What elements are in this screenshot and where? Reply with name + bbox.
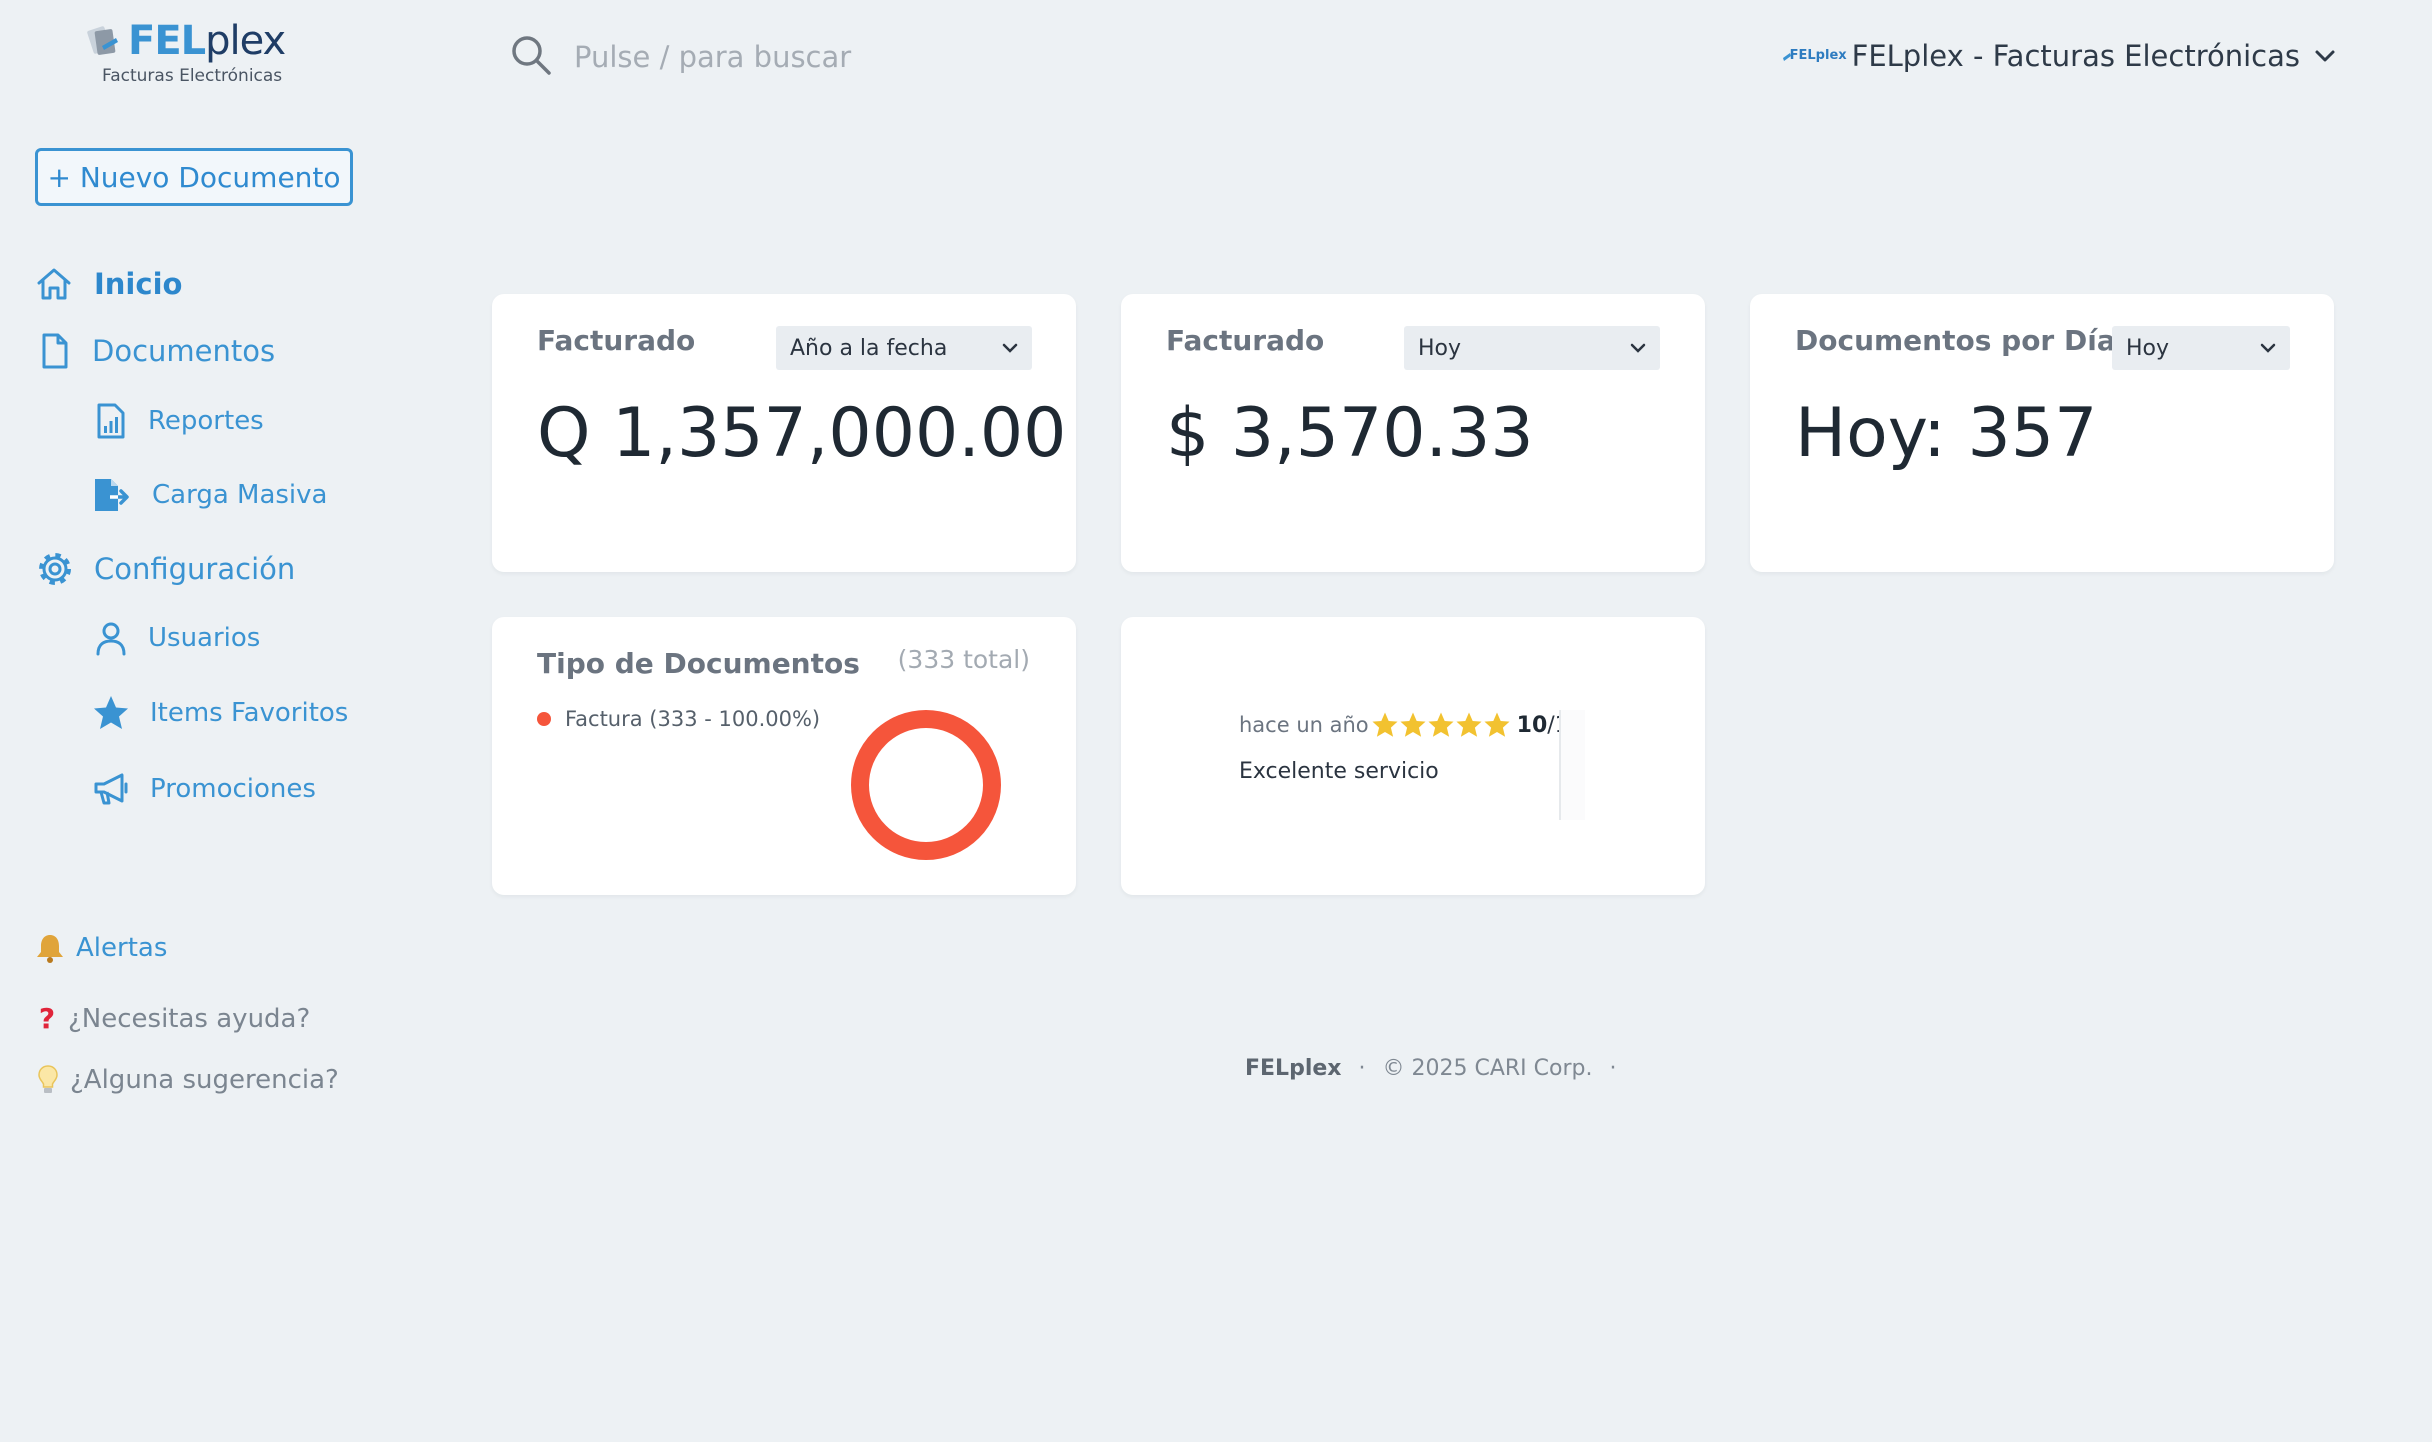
star-icon <box>94 696 128 729</box>
file-export-icon <box>95 479 129 511</box>
sidebar-item-label: Configuración <box>94 552 296 586</box>
footer-copyright: © 2025 CARI Corp. <box>1382 1056 1593 1081</box>
sidebar-item-usuarios[interactable]: Usuarios <box>94 620 260 656</box>
sidebar-item-configuracion[interactable]: Configuración <box>36 550 295 588</box>
review-stars <box>1371 711 1511 739</box>
sidebar-item-reportes[interactable]: Reportes <box>94 402 264 440</box>
home-icon <box>37 268 71 300</box>
star-rating-icon <box>1484 712 1510 737</box>
legend-swatch <box>537 712 551 726</box>
sidebar-item-label: Promociones <box>150 774 316 804</box>
sidebar-item-label: Documentos <box>92 334 276 368</box>
gear-icon <box>39 553 71 585</box>
period-select-value: Hoy <box>2126 335 2170 361</box>
card-facturado-anual: Facturado Año a la fecha Q 1,357,000.00 <box>492 294 1076 572</box>
report-icon <box>97 403 125 439</box>
period-select-value: Hoy <box>1418 335 1462 361</box>
review-time: hace un año <box>1239 713 1369 737</box>
question-icon: ? <box>38 1002 56 1035</box>
review-meta: hace un año 10/10 <box>1239 711 1583 739</box>
document-type-donut-chart[interactable] <box>846 705 1006 865</box>
alerts-label: Alertas <box>76 933 168 963</box>
star-rating-icon <box>1428 712 1454 737</box>
donut-slice-factura[interactable] <box>851 710 1001 860</box>
card-tipo-documentos: Tipo de Documentos (333 total) Factura (… <box>492 617 1076 895</box>
card-title: Facturado <box>537 324 696 357</box>
logo-document-icon <box>87 26 118 55</box>
legend-label: Factura (333 - 100.00%) <box>565 707 821 731</box>
search-icon[interactable] <box>510 34 552 76</box>
card-documentos-por-dia: Documentos por Día Hoy Hoy: 357 <box>1750 294 2334 572</box>
chevron-down-icon <box>1630 343 1646 353</box>
chevron-down-icon[interactable] <box>2314 49 2336 63</box>
search-bar <box>510 32 1210 82</box>
alerts-link[interactable]: Alertas <box>34 932 167 964</box>
card-title: Tipo de Documentos <box>537 647 860 680</box>
sidebar-item-label: Inicio <box>94 267 183 301</box>
card-title: Documentos por Día <box>1795 324 2116 357</box>
period-select-value: Año a la fecha <box>790 335 948 361</box>
user-icon <box>96 622 126 656</box>
sidebar-item-promociones[interactable]: Promociones <box>92 770 316 808</box>
sidebar-item-inicio[interactable]: Inicio <box>34 264 182 304</box>
period-select[interactable]: Hoy <box>2112 326 2290 370</box>
card-facturado-hoy: Facturado Hoy $ 3,570.33 <box>1121 294 1705 572</box>
sidebar-item-label: Items Favoritos <box>150 698 349 728</box>
review-text: Excelente servicio <box>1239 759 1439 784</box>
suggestion-link[interactable]: ¿Alguna sugerencia? <box>36 1064 339 1096</box>
star-rating-icon <box>1400 712 1426 737</box>
footer-separator: · <box>1609 1056 1617 1081</box>
megaphone-icon <box>94 773 128 805</box>
org-logo-text: FELplex <box>1789 48 1847 63</box>
help-link[interactable]: ? ¿Necesitas ayuda? <box>36 1002 310 1035</box>
card-value: $ 3,570.33 <box>1166 394 1534 473</box>
card-value: Hoy: 357 <box>1795 394 2098 473</box>
chevron-down-icon <box>2260 343 2276 353</box>
chart-legend[interactable]: Factura (333 - 100.00%) <box>537 707 820 731</box>
logo-subtitle: Facturas Electrónicas <box>102 66 283 86</box>
organization-selector[interactable]: FELplex FELplex - Facturas Electrónicas <box>1782 34 2336 78</box>
bell-icon <box>37 935 63 963</box>
sidebar-item-items-favoritos[interactable]: Items Favoritos <box>92 694 348 732</box>
logo-fel: FEL <box>128 18 206 64</box>
sidebar-item-label: Carga Masiva <box>152 480 328 510</box>
sidebar-item-documentos[interactable]: Documentos <box>36 332 275 370</box>
org-logo: FELplex <box>1782 44 1847 68</box>
documents-total: (333 total) <box>897 645 1030 674</box>
org-name: FELplex - Facturas Electrónicas <box>1851 39 2300 73</box>
sidebar-item-label: Reportes <box>148 406 264 436</box>
brand-logo[interactable]: FELplex Facturas Electrónicas <box>86 18 306 88</box>
sidebar-item-carga-masiva[interactable]: Carga Masiva <box>92 476 327 514</box>
footer-brand: FELplex <box>1245 1056 1342 1081</box>
help-label: ¿Necesitas ayuda? <box>68 1003 311 1034</box>
card-review: hace un año 10/10 Excelente servicio <box>1121 617 1705 895</box>
footer-separator: · <box>1358 1056 1366 1081</box>
sidebar-item-label: Usuarios <box>148 623 261 653</box>
logo-wordmark: FELplex <box>128 18 286 64</box>
review-rating: 10 <box>1516 712 1548 738</box>
period-select[interactable]: Hoy <box>1404 326 1660 370</box>
star-rating-icon <box>1456 712 1482 737</box>
review-scrollbar[interactable] <box>1559 710 1585 820</box>
page-footer: FELplex · © 2025 CARI Corp. · <box>1245 1056 1616 1081</box>
card-value: Q 1,357,000.00 <box>537 394 1067 473</box>
period-select[interactable]: Año a la fecha <box>776 326 1032 370</box>
document-icon <box>42 333 68 369</box>
logo-plex: plex <box>205 18 286 64</box>
suggestion-label: ¿Alguna sugerencia? <box>70 1065 339 1095</box>
lightbulb-icon <box>38 1065 58 1093</box>
new-document-button[interactable]: + Nuevo Documento <box>35 148 353 206</box>
chevron-down-icon <box>1002 343 1018 353</box>
star-rating-icon <box>1372 712 1398 737</box>
search-input[interactable] <box>572 32 1176 82</box>
card-title: Facturado <box>1166 324 1325 357</box>
